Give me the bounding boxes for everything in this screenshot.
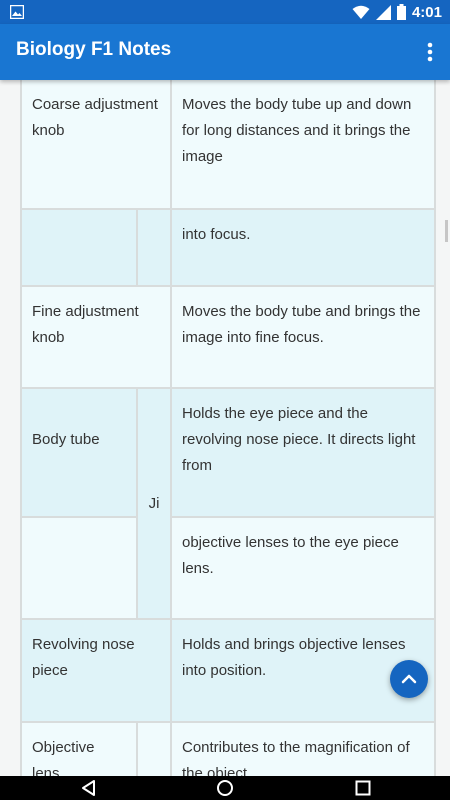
status-time: 4:01 bbox=[411, 3, 442, 21]
scroll-top-button[interactable] bbox=[390, 660, 428, 698]
part-cell: Revolving nose piece bbox=[20, 618, 172, 723]
wifi-icon bbox=[352, 5, 370, 19]
table-row: into focus. bbox=[20, 208, 436, 287]
microscope-parts-table: Coarse adjustment knob Moves the body tu… bbox=[20, 80, 436, 776]
chevron-up-icon bbox=[401, 674, 417, 684]
table-row: Revolving nose piece Holds and brings ob… bbox=[20, 618, 436, 723]
app-bar: Biology F1 Notes bbox=[0, 24, 450, 80]
signal-icon bbox=[375, 4, 391, 20]
function-cell: Contributes to the magnification of the … bbox=[170, 721, 436, 776]
notes-content[interactable]: Coarse adjustment knob Moves the body tu… bbox=[0, 80, 450, 776]
table-row: objective lenses to the eye piece lens. bbox=[20, 516, 436, 620]
scrollbar[interactable] bbox=[445, 220, 448, 242]
recents-icon[interactable] bbox=[354, 779, 372, 797]
part-name: Revolving nose piece bbox=[32, 636, 135, 679]
battery-icon bbox=[396, 4, 406, 20]
part-name: Coarse adjustment knob bbox=[32, 96, 158, 139]
middle-text: Ji bbox=[148, 494, 160, 512]
middle-cell bbox=[136, 208, 172, 287]
part-cell bbox=[20, 516, 138, 620]
middle-cell bbox=[136, 721, 172, 776]
part-function: into focus. bbox=[182, 226, 251, 243]
part-name: Objective lens bbox=[32, 739, 95, 776]
status-bar: 4:01 bbox=[0, 0, 450, 24]
image-icon bbox=[10, 5, 24, 19]
part-cell: Body tube bbox=[20, 387, 138, 518]
function-cell: objective lenses to the eye piece lens. bbox=[170, 516, 436, 620]
function-cell: Holds the eye piece and the revolving no… bbox=[170, 387, 436, 518]
part-cell: Fine adjustment knob bbox=[20, 285, 172, 389]
navigation-bar bbox=[0, 776, 450, 800]
home-icon[interactable] bbox=[216, 779, 234, 797]
part-cell: Coarse adjustment knob bbox=[20, 80, 172, 210]
table-row: Body tube Ji Holds the eye piece and the… bbox=[20, 387, 436, 620]
table-row: Fine adjustment knob Moves the body tube… bbox=[20, 285, 436, 389]
back-icon[interactable] bbox=[80, 779, 98, 797]
page-title: Biology F1 Notes bbox=[16, 39, 172, 60]
part-function: Contributes to the magnification of the … bbox=[182, 739, 410, 776]
part-function: Moves the body tube and brings the image… bbox=[182, 303, 421, 346]
function-cell: into focus. bbox=[170, 208, 436, 287]
function-cell: Moves the body tube and brings the image… bbox=[170, 285, 436, 389]
part-function: Holds the eye piece and the revolving no… bbox=[182, 405, 416, 474]
function-cell: Moves the body tube up and down for long… bbox=[170, 80, 436, 210]
more-vert-icon[interactable] bbox=[420, 38, 440, 66]
parts-table-wrapper: Coarse adjustment knob Moves the body tu… bbox=[20, 80, 436, 776]
part-cell bbox=[20, 208, 138, 287]
table-row: Coarse adjustment knob Moves the body tu… bbox=[20, 80, 436, 210]
part-name: Fine adjustment knob bbox=[32, 303, 139, 346]
middle-cell: Ji bbox=[136, 387, 172, 620]
part-cell: Objective lens bbox=[20, 721, 138, 776]
part-name: Body tube bbox=[32, 431, 100, 448]
part-function: objective lenses to the eye piece lens. bbox=[182, 534, 399, 577]
part-function: Moves the body tube up and down for long… bbox=[182, 96, 412, 165]
table-row: Objective lens Contributes to the magnif… bbox=[20, 721, 436, 776]
